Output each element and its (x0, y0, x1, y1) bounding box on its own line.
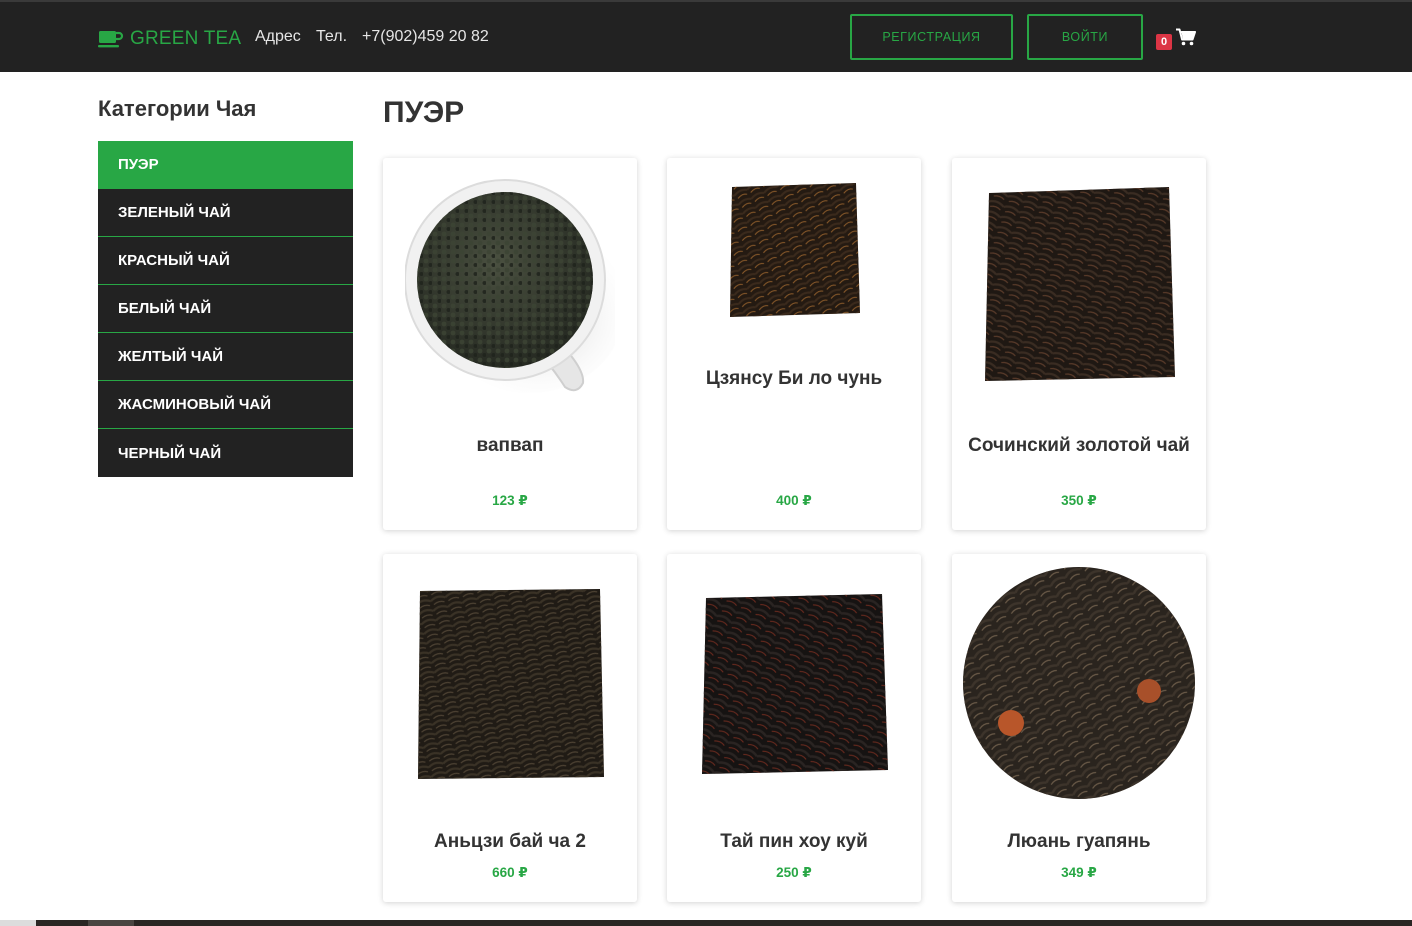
teacup-icon (98, 30, 124, 48)
login-button[interactable]: ВОЙТИ (1027, 14, 1143, 60)
product-price: 349 ₽ (1061, 865, 1097, 880)
product-card[interactable]: Люань гуапянь 349 ₽ (952, 554, 1206, 902)
product-card[interactable]: Цзянсу Би ло чунь 400 ₽ (667, 158, 921, 530)
top-navbar: GREEN TEA Адрес Тел. +7(902)459 20 82 РЕ… (0, 0, 1412, 72)
product-card[interactable]: Тай пин хоу куй 250 ₽ (667, 554, 921, 902)
product-card[interactable]: Аньцзи бай ча 2 660 ₽ (383, 554, 637, 902)
tea-cup-image (383, 158, 637, 408)
product-price: 350 ₽ (1061, 493, 1097, 508)
phone-number[interactable]: +7(902)459 20 82 (362, 28, 489, 46)
page-title: ПУЭР (383, 96, 465, 129)
cart-count-badge: 0 (1156, 33, 1172, 50)
register-button[interactable]: РЕГИСТРАЦИЯ (850, 14, 1013, 60)
cart-button[interactable]: 0 (1156, 28, 1196, 51)
product-price: 123 ₽ (492, 493, 528, 508)
category-list: ПУЭР ЗЕЛЕНЫЙ ЧАЙ КРАСНЫЙ ЧАЙ БЕЛЫЙ ЧАЙ Ж… (98, 141, 353, 477)
category-item-white-tea[interactable]: БЕЛЫЙ ЧАЙ (98, 285, 353, 333)
product-card[interactable]: вапвап 123 ₽ (383, 158, 637, 530)
product-name[interactable]: Люань гуапянь (962, 830, 1196, 854)
product-name[interactable]: Аньцзи бай ча 2 (393, 830, 627, 854)
category-item-yellow-tea[interactable]: ЖЕЛТЫЙ ЧАЙ (98, 333, 353, 381)
product-price: 660 ₽ (492, 865, 528, 880)
brand-logo[interactable]: GREEN TEA (98, 26, 241, 52)
bottom-edge (0, 920, 1412, 926)
category-item-black-tea[interactable]: ЧЕРНЫЙ ЧАЙ (98, 429, 353, 477)
tea-leaves-image (667, 158, 921, 338)
product-name[interactable]: вапвап (393, 434, 627, 458)
product-card[interactable]: Сочинский золотой чай 350 ₽ (952, 158, 1206, 530)
tea-leaves-image (667, 554, 921, 812)
product-price: 400 ₽ (776, 493, 812, 508)
categories-title: Категории Чая (98, 96, 257, 121)
tea-leaves-image (952, 158, 1206, 408)
tea-leaves-image (383, 554, 637, 812)
shopping-cart-icon (1176, 28, 1196, 51)
phone-label: Тел. (316, 28, 348, 45)
product-name[interactable]: Сочинский золотой чай (962, 434, 1196, 458)
category-item-green-tea[interactable]: ЗЕЛЕНЫЙ ЧАЙ (98, 189, 353, 237)
category-item-red-tea[interactable]: КРАСНЫЙ ЧАЙ (98, 237, 353, 285)
tea-leaves-image (952, 554, 1206, 812)
category-item-puer[interactable]: ПУЭР (98, 141, 353, 189)
brand-name: GREEN TEA (130, 28, 242, 49)
address-link[interactable]: Адрес (255, 28, 301, 46)
product-name[interactable]: Тай пин хоу куй (677, 830, 911, 854)
category-item-jasmine-tea[interactable]: ЖАСМИНОВЫЙ ЧАЙ (98, 381, 353, 429)
product-price: 250 ₽ (776, 865, 812, 880)
product-name[interactable]: Цзянсу Би ло чунь (677, 367, 911, 391)
